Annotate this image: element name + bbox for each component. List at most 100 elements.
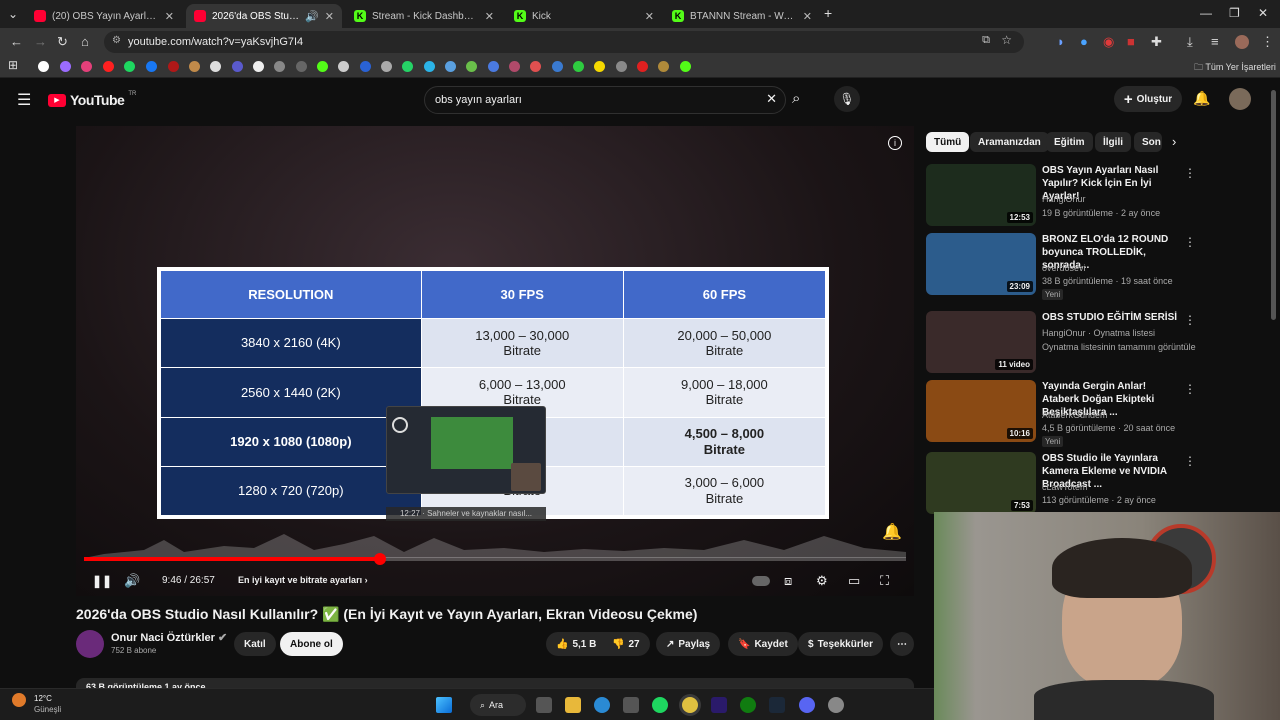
bookmark-icon[interactable] [317, 61, 328, 72]
close-icon[interactable]: ✕ [165, 10, 174, 23]
discord-icon[interactable] [799, 697, 815, 713]
download-icon[interactable]: ⤓ [1187, 34, 1193, 50]
bookmark-icon[interactable] [381, 61, 392, 72]
bookmark-icon[interactable] [124, 61, 135, 72]
forward-icon[interactable]: → [34, 34, 47, 49]
volume-icon[interactable]: 🔊 [124, 573, 140, 589]
close-icon[interactable]: ✕ [485, 10, 494, 23]
bookmark-icon[interactable] [168, 61, 179, 72]
back-icon[interactable]: ← [10, 34, 23, 49]
bookmark-icon[interactable] [81, 61, 92, 72]
rec-thumbnail[interactable]: 10:16 [926, 380, 1036, 442]
rec-menu-icon[interactable]: ⋮ [1184, 166, 1196, 180]
extension-icon[interactable]: ● [1080, 34, 1088, 49]
bookmark-icon[interactable] [509, 61, 520, 72]
premiere-icon[interactable] [711, 697, 727, 713]
minimize-icon[interactable]: — [1200, 6, 1212, 20]
tab-1[interactable]: (20) OBS Yayın Ayarları Nasıl Yapılır? ✕ [26, 4, 182, 28]
close-icon[interactable]: ✕ [645, 10, 654, 23]
rec-title[interactable]: OBS STUDIO EĞİTİM SERİSİ [1042, 311, 1182, 324]
info-icon[interactable]: i [888, 136, 902, 150]
extensions-puzzle-icon[interactable]: ✚ [1151, 34, 1162, 50]
spotify-icon[interactable] [652, 697, 668, 713]
rec-menu-icon[interactable]: ⋮ [1184, 313, 1196, 327]
bookmark-star-icon[interactable]: ☆ [1001, 33, 1012, 47]
rec-thumbnail[interactable]: 23:09 [926, 233, 1036, 295]
xbox-icon[interactable] [740, 697, 756, 713]
home-icon[interactable]: ⌂ [81, 34, 89, 49]
pause-icon[interactable]: ❚❚ [92, 574, 112, 588]
bookmark-icon[interactable] [189, 61, 200, 72]
bookmark-icon[interactable] [60, 61, 71, 72]
rec-meta[interactable]: Oynatma listesinin tamamını görüntüle [1042, 342, 1196, 352]
rec-channel[interactable]: HangiOnur · Oynatma listesi [1042, 328, 1155, 338]
bookmark-icon[interactable] [616, 61, 627, 72]
recommendation-5[interactable]: 7:53 OBS Studio ile Yayınlara Kamera Ekl… [926, 452, 1266, 518]
settings-gear-icon[interactable]: ⚙ [816, 573, 828, 589]
bookmark-icon[interactable] [445, 61, 456, 72]
bookmark-icon[interactable] [146, 61, 157, 72]
chip-from-search[interactable]: Aramanızdan [970, 132, 1049, 152]
search-icon[interactable]: ⌕ [792, 90, 800, 107]
join-button[interactable]: Katıl [234, 632, 276, 656]
autoplay-toggle[interactable] [752, 576, 770, 586]
rec-channel[interactable]: AtaberkGündem [1042, 410, 1108, 420]
channel-name-link[interactable]: Onur Naci Öztürkler ✔ [111, 631, 227, 644]
bookmark-icon[interactable] [210, 61, 221, 72]
fullscreen-icon[interactable]: ⛶ [880, 573, 889, 589]
windows-start-icon[interactable] [436, 697, 452, 713]
file-explorer-icon[interactable] [565, 697, 581, 713]
clear-search-icon[interactable]: ✕ [766, 91, 777, 107]
progress-bar[interactable] [84, 553, 906, 565]
subtitles-icon[interactable]: ⧈ [784, 573, 792, 589]
chip-recent[interactable]: Son [1134, 132, 1162, 152]
bookmark-icon[interactable] [232, 61, 243, 72]
bookmark-icon[interactable] [103, 61, 114, 72]
miniplayer-icon[interactable]: ▭ [848, 573, 860, 589]
recommendation-2[interactable]: 23:09 BRONZ ELO'da 12 ROUND boyunca TROL… [926, 233, 1266, 300]
reload-icon[interactable]: ↻ [57, 34, 68, 50]
bookmark-icon[interactable] [253, 61, 264, 72]
create-button[interactable]: + Oluştur [1114, 86, 1182, 112]
hamburger-menu-icon[interactable]: ☰ [17, 90, 31, 110]
rec-channel[interactable]: cLawTotem [1042, 482, 1088, 492]
chrome-icon[interactable] [682, 697, 698, 713]
notifications-bell-icon[interactable]: 🔔 [1193, 90, 1210, 107]
rec-thumbnail[interactable]: 7:53 [926, 452, 1036, 514]
all-bookmarks-folder[interactable]: 🗀 Tüm Yer İşaretleri [1194, 60, 1276, 76]
bookmark-icon[interactable] [530, 61, 541, 72]
bookmark-icon[interactable] [594, 61, 605, 72]
bookmark-icon[interactable] [424, 61, 435, 72]
subscribe-button[interactable]: Abone ol [280, 632, 343, 656]
store-icon[interactable] [623, 697, 639, 713]
dislike-button[interactable]: 👎 27 [604, 632, 650, 656]
media-control-icon[interactable]: ≡ [1211, 34, 1219, 49]
video-player[interactable]: i RESOLUTION 30 FPS 60 FPS 3840 x 2160 (… [76, 126, 914, 596]
chips-next-icon[interactable]: › [1172, 134, 1176, 149]
tab-4[interactable]: K Kick ✕ [506, 4, 662, 28]
recommendation-3[interactable]: 11 video OBS STUDIO EĞİTİM SERİSİ HangiO… [926, 311, 1266, 377]
alert-bell-icon[interactable]: 🔔 [882, 522, 902, 542]
account-avatar[interactable] [1229, 88, 1251, 110]
youtube-logo[interactable]: ▶ YouTube TR [48, 91, 136, 108]
bookmark-icon[interactable] [360, 61, 371, 72]
chip-related[interactable]: İlgili [1095, 132, 1131, 152]
bookmark-icon[interactable] [402, 61, 413, 72]
tab-3[interactable]: K Stream - Kick Dashboard ✕ [346, 4, 502, 28]
profile-avatar[interactable] [1235, 35, 1249, 49]
window-close-icon[interactable]: ✕ [1258, 6, 1268, 20]
taskbar-search[interactable]: ⌕ Ara [470, 694, 526, 716]
tab-2-active[interactable]: 2026'da OBS Studio Nasıl Kullanılır? 🔊 ✕ [186, 4, 342, 28]
tab-search-icon[interactable]: ⌄ [8, 7, 18, 21]
bookmark-icon[interactable] [488, 61, 499, 72]
task-view-icon[interactable] [536, 697, 552, 713]
more-actions-button[interactable]: ⋯ [890, 632, 914, 656]
site-info-icon[interactable]: ⚙ [112, 35, 121, 46]
steam-icon[interactable] [769, 697, 785, 713]
rec-channel[interactable]: overdosevi [1042, 263, 1086, 273]
close-icon[interactable]: ✕ [325, 10, 334, 23]
chapter-button[interactable]: En iyi kayıt ve bitrate ayarları › [238, 575, 368, 585]
share-button[interactable]: ↗ Paylaş [656, 632, 721, 656]
channel-avatar[interactable] [76, 630, 104, 658]
voice-search-icon[interactable]: 🎙 [834, 86, 860, 112]
